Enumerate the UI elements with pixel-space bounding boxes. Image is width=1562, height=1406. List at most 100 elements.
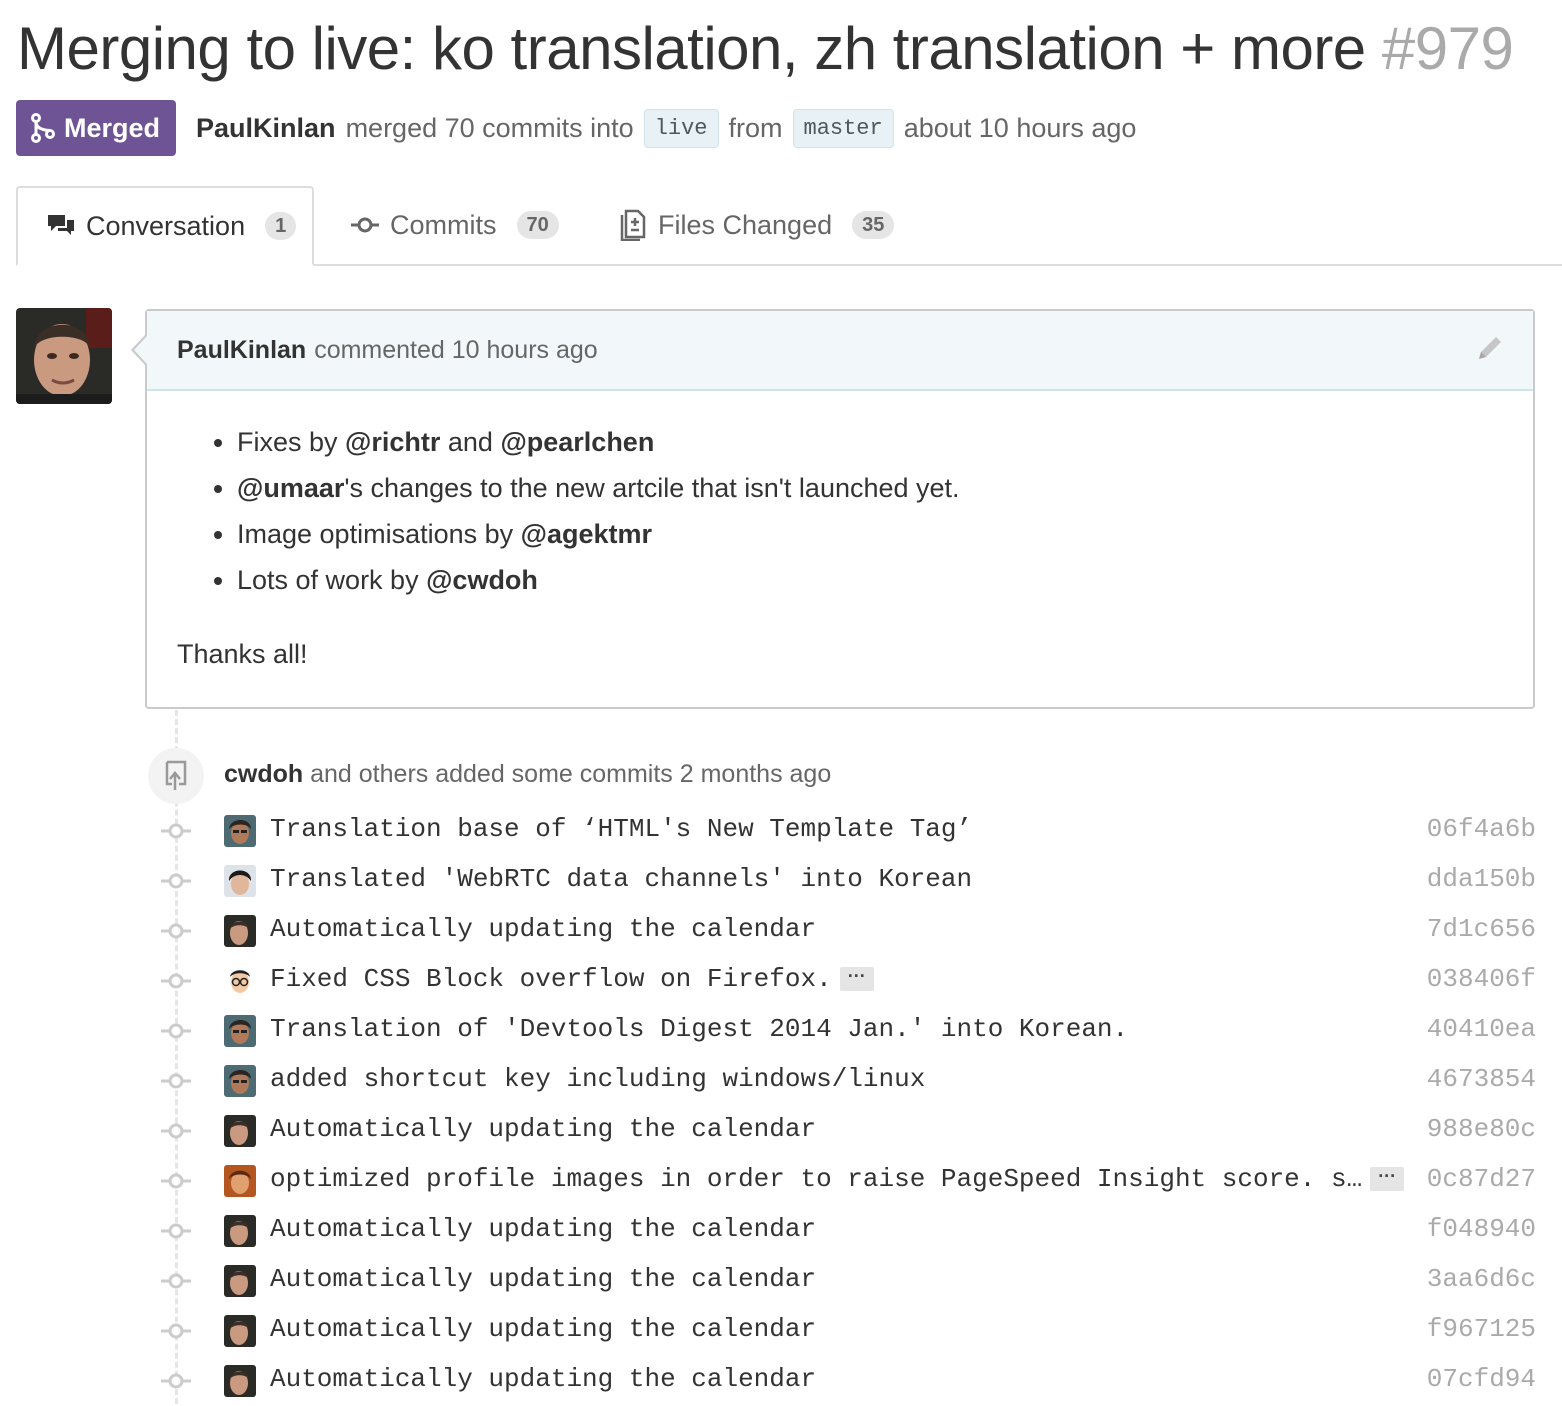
pr-meta: Merged PaulKinlan merged 70 commits into…	[16, 100, 1136, 156]
user-mention[interactable]: @umaar	[237, 473, 344, 503]
list-item: Image optimisations by @agektmr	[237, 511, 1503, 557]
commits-header: cwdoh and others added some commits 2 mo…	[224, 760, 831, 789]
commit-sha-link[interactable]: 40410ea	[1427, 1014, 1536, 1044]
commit-author-avatar[interactable]	[224, 1215, 256, 1247]
commit-message: optimized profile images in order to rai…	[270, 1164, 1363, 1194]
git-commit-icon	[161, 1373, 191, 1389]
commit-message-link[interactable]: Automatically updating the calendar	[270, 1264, 816, 1294]
commit-author-avatar[interactable]	[224, 1165, 256, 1197]
expand-commit-message-button[interactable]: ···	[1370, 1167, 1405, 1192]
commit-sha-link[interactable]: f967125	[1427, 1314, 1536, 1344]
commit-author-avatar[interactable]	[224, 1365, 256, 1397]
comment-author-link[interactable]: PaulKinlan	[177, 336, 306, 365]
git-commit-icon	[161, 1173, 191, 1189]
comment-discussion-icon	[48, 215, 74, 235]
user-mention[interactable]: @cwdoh	[426, 565, 538, 595]
comment-body: Fixes by @richtr and @pearlchen @umaar's…	[147, 391, 1533, 670]
commit-message-link[interactable]: Automatically updating the calendar	[270, 1114, 816, 1144]
tab-files-label: Files Changed	[658, 209, 833, 240]
commit-sha-link[interactable]: 038406f	[1427, 964, 1536, 994]
commit-row: added shortcut key including windows/lin…	[160, 1056, 1536, 1106]
expand-commit-message-button[interactable]: ···	[839, 967, 874, 992]
commit-author-avatar[interactable]	[224, 965, 256, 997]
commit-author-avatar[interactable]	[224, 1315, 256, 1347]
git-commit-icon	[161, 923, 191, 939]
commit-message: Automatically updating the calendar	[270, 1214, 817, 1244]
commit-message-link[interactable]: Translation of 'Devtools Digest 2014 Jan…	[270, 1014, 1128, 1044]
commit-message-link[interactable]: Translation base of ‘HTML's New Template…	[270, 814, 972, 844]
commit-sha-link[interactable]: 988e80c	[1427, 1114, 1536, 1144]
commit-author-avatar[interactable]	[224, 815, 256, 847]
user-mention[interactable]: @pearlchen	[500, 427, 654, 457]
user-mention[interactable]: @richtr	[345, 427, 440, 457]
git-commit-icon	[161, 1273, 191, 1289]
commit-sha-link[interactable]: 0c87d27	[1427, 1164, 1536, 1194]
tab-conversation[interactable]: Conversation 1	[16, 186, 314, 266]
commit-row: Automatically updating the calendar 3aa6d…	[160, 1256, 1536, 1306]
commit-message-link[interactable]: Automatically updating the calendar	[270, 1314, 816, 1344]
commits-header-text: and others added some commits 2 months a…	[310, 760, 832, 788]
commit-message: Automatically updating the calendar	[270, 1314, 817, 1344]
commit-message-link[interactable]: Fixed CSS Block overflow on Firefox. ···	[270, 964, 874, 994]
comment-closing: Thanks all!	[177, 639, 308, 669]
list-item: Lots of work by @cwdoh	[237, 557, 1503, 603]
tab-commits[interactable]: Commits 70	[350, 186, 559, 264]
commit-message: Automatically updating the calendar	[270, 1264, 817, 1294]
commit-message-link[interactable]: Automatically updating the calendar	[270, 1364, 816, 1394]
commit-message: Translation base of ‘HTML's New Template…	[270, 814, 973, 844]
tab-conversation-count: 1	[265, 212, 297, 240]
list-item: @umaar's changes to the new artcile that…	[237, 465, 1503, 511]
git-commit-icon	[161, 1073, 191, 1089]
tab-files-changed[interactable]: Files Changed 35	[620, 186, 895, 264]
list-text: and	[440, 427, 501, 457]
pr-title: Merging to live: ko translation, zh tran…	[17, 14, 1514, 83]
user-mention[interactable]: @agektmr	[521, 519, 652, 549]
commit-row: Translation of 'Devtools Digest 2014 Jan…	[160, 1006, 1536, 1056]
commit-sha-link[interactable]: dda150b	[1427, 864, 1536, 894]
commit-row: Automatically updating the calendar 7d1c6…	[160, 906, 1536, 956]
git-commit-icon	[161, 823, 191, 839]
comment-header: PaulKinlan commented 10 hours ago	[147, 311, 1533, 391]
tab-commits-count: 70	[516, 211, 559, 239]
commit-row: Fixed CSS Block overflow on Firefox. ··· 0…	[160, 956, 1536, 1006]
commit-author-avatar[interactable]	[224, 1015, 256, 1047]
comment-timestamp[interactable]: commented 10 hours ago	[314, 336, 598, 365]
commit-row: Automatically updating the calendar f0489…	[160, 1206, 1536, 1256]
pr-title-text: Merging to live: ko translation, zh tran…	[17, 15, 1366, 82]
commit-author-avatar[interactable]	[224, 1265, 256, 1297]
commit-sha-link[interactable]: f048940	[1427, 1214, 1536, 1244]
commit-message-link[interactable]: Automatically updating the calendar	[270, 1214, 816, 1244]
commit-sha-link[interactable]: 3aa6d6c	[1427, 1264, 1536, 1294]
commit-message: Fixed CSS Block overflow on Firefox.	[270, 964, 832, 994]
commit-author-avatar[interactable]	[224, 1065, 256, 1097]
pencil-icon[interactable]	[1475, 333, 1505, 363]
comment-pointer-fill	[134, 336, 147, 364]
commit-sha-link[interactable]: 07cfd94	[1427, 1364, 1536, 1394]
commits-author-link[interactable]: cwdoh	[224, 760, 303, 788]
commit-row: Automatically updating the calendar f9671…	[160, 1306, 1536, 1356]
commit-author-avatar[interactable]	[224, 1115, 256, 1147]
head-branch[interactable]: master	[792, 108, 894, 148]
git-commit-icon	[161, 973, 191, 989]
commit-message-link[interactable]: Translated 'WebRTC data channels' into K…	[270, 864, 972, 894]
commit-sha-link[interactable]: 4673854	[1427, 1064, 1536, 1094]
commit-author-avatar[interactable]	[224, 865, 256, 897]
git-commit-icon	[351, 217, 379, 233]
commit-message-link[interactable]: Automatically updating the calendar	[270, 914, 816, 944]
pr-author-link[interactable]: PaulKinlan	[196, 113, 336, 144]
merge-time: about 10 hours ago	[903, 112, 1137, 143]
pr-number: #979	[1381, 15, 1514, 82]
base-branch[interactable]: live	[643, 108, 719, 148]
commit-sha-link[interactable]: 06f4a6b	[1427, 814, 1536, 844]
commit-sha-link[interactable]: 7d1c656	[1427, 914, 1536, 944]
comment-author-avatar[interactable]	[16, 308, 112, 404]
merged-state-badge: Merged	[16, 100, 177, 156]
commit-author-avatar[interactable]	[224, 915, 256, 947]
tab-conversation-label: Conversation	[86, 210, 246, 241]
avatar-image	[16, 308, 112, 404]
commit-message: Automatically updating the calendar	[270, 914, 817, 944]
commit-message-link[interactable]: optimized profile images in order to rai…	[270, 1164, 1405, 1194]
git-commit-icon	[161, 1223, 191, 1239]
commit-row: Automatically updating the calendar 988e8…	[160, 1106, 1536, 1156]
commit-message-link[interactable]: added shortcut key including windows/lin…	[270, 1064, 925, 1094]
